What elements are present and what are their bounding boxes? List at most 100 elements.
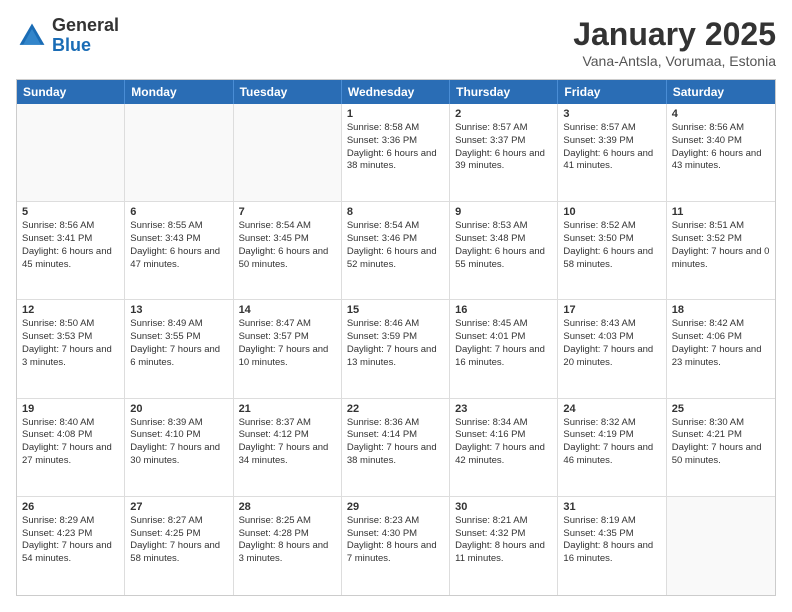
calendar-cell: 11Sunrise: 8:51 AM Sunset: 3:52 PM Dayli… bbox=[667, 202, 775, 299]
calendar-header: SundayMondayTuesdayWednesdayThursdayFrid… bbox=[17, 80, 775, 104]
calendar-cell bbox=[234, 104, 342, 201]
calendar-cell: 10 Sunrise: 8:52 AM Sunset: 3:50 PM Dayli… bbox=[558, 202, 666, 299]
cell-info: Sunrise: 8:32 AM Sunset: 4:19 PM Dayligh… bbox=[563, 417, 660, 468]
day-number: 27 bbox=[130, 501, 227, 513]
calendar-cell: 15Sunrise: 8:46 AM Sunset: 3:59 PM Dayli… bbox=[342, 300, 450, 397]
calendar-cell: 14Sunrise: 8:47 AM Sunset: 3:57 PM Dayli… bbox=[234, 300, 342, 397]
day-number: 25 bbox=[672, 403, 770, 415]
day-number: 19 bbox=[22, 403, 119, 415]
weekday-header-monday: Monday bbox=[125, 80, 233, 104]
cell-info: Sunrise: 8:55 AM Sunset: 3:43 PM Dayligh… bbox=[130, 220, 227, 271]
day-number: 30 bbox=[455, 501, 552, 513]
logo-general-text: General bbox=[52, 16, 119, 36]
day-number: 10 bbox=[563, 206, 660, 218]
day-number: 31 bbox=[563, 501, 660, 513]
weekday-header-tuesday: Tuesday bbox=[234, 80, 342, 104]
day-number: 13 bbox=[130, 304, 227, 316]
cell-info: Sunrise: 8:42 AM Sunset: 4:06 PM Dayligh… bbox=[672, 318, 770, 369]
calendar-cell: 19 Sunrise: 8:40 AM Sunset: 4:08 PM Dayli… bbox=[17, 399, 125, 496]
cell-info: Sunrise: 8:57 AM Sunset: 3:37 PM Dayligh… bbox=[455, 122, 552, 173]
cell-info: Sunrise: 8:54 AM Sunset: 3:45 PM Dayligh… bbox=[239, 220, 336, 271]
calendar-cell: 26 Sunrise: 8:29 AM Sunset: 4:23 PM Dayli… bbox=[17, 497, 125, 595]
cell-info: Sunrise: 8:23 AM Sunset: 4:30 PM Dayligh… bbox=[347, 515, 444, 566]
day-number: 7 bbox=[239, 206, 336, 218]
day-number: 11 bbox=[672, 206, 770, 218]
calendar-cell: 18 Sunrise: 8:42 AM Sunset: 4:06 PM Dayli… bbox=[667, 300, 775, 397]
day-number: 9 bbox=[455, 206, 552, 218]
day-number: 4 bbox=[672, 108, 770, 120]
cell-info: Sunrise: 8:21 AM Sunset: 4:32 PM Dayligh… bbox=[455, 515, 552, 566]
calendar-cell: 28 Sunrise: 8:25 AM Sunset: 4:28 PM Dayli… bbox=[234, 497, 342, 595]
day-number: 1 bbox=[347, 108, 444, 120]
calendar-cell: 9 Sunrise: 8:53 AM Sunset: 3:48 PM Daylig… bbox=[450, 202, 558, 299]
calendar-cell: 17Sunrise: 8:43 AM Sunset: 4:03 PM Dayli… bbox=[558, 300, 666, 397]
cell-info: Sunrise: 8:40 AM Sunset: 4:08 PM Dayligh… bbox=[22, 417, 119, 468]
day-number: 21 bbox=[239, 403, 336, 415]
logo-text: General Blue bbox=[52, 16, 119, 56]
cell-info: Sunrise: 8:37 AM Sunset: 4:12 PM Dayligh… bbox=[239, 417, 336, 468]
day-number: 15 bbox=[347, 304, 444, 316]
calendar-row-2: 5 Sunrise: 8:56 AM Sunset: 3:41 PM Daylig… bbox=[17, 202, 775, 300]
day-number: 8 bbox=[347, 206, 444, 218]
cell-info: Sunrise: 8:56 AM Sunset: 3:40 PM Dayligh… bbox=[672, 122, 770, 173]
calendar-cell: 4 Sunrise: 8:56 AM Sunset: 3:40 PM Daylig… bbox=[667, 104, 775, 201]
calendar-cell: 23 Sunrise: 8:34 AM Sunset: 4:16 PM Dayli… bbox=[450, 399, 558, 496]
cell-info: Sunrise: 8:45 AM Sunset: 4:01 PM Dayligh… bbox=[455, 318, 552, 369]
calendar: SundayMondayTuesdayWednesdayThursdayFrid… bbox=[16, 79, 776, 596]
page: General Blue January 2025 Vana-Antsla, V… bbox=[0, 0, 792, 612]
calendar-cell: 25 Sunrise: 8:30 AM Sunset: 4:21 PM Dayli… bbox=[667, 399, 775, 496]
calendar-cell bbox=[125, 104, 233, 201]
cell-info: Sunrise: 8:29 AM Sunset: 4:23 PM Dayligh… bbox=[22, 515, 119, 566]
calendar-cell: 8Sunrise: 8:54 AM Sunset: 3:46 PM Daylig… bbox=[342, 202, 450, 299]
cell-info: Sunrise: 8:49 AM Sunset: 3:55 PM Dayligh… bbox=[130, 318, 227, 369]
day-number: 17 bbox=[563, 304, 660, 316]
cell-info: Sunrise: 8:56 AM Sunset: 3:41 PM Dayligh… bbox=[22, 220, 119, 271]
logo-blue-text: Blue bbox=[52, 36, 119, 56]
calendar-cell bbox=[17, 104, 125, 201]
calendar-body: 1 Sunrise: 8:58 AM Sunset: 3:36 PM Daylig… bbox=[17, 104, 775, 595]
calendar-cell: 20Sunrise: 8:39 AM Sunset: 4:10 PM Dayli… bbox=[125, 399, 233, 496]
calendar-cell: 12 Sunrise: 8:50 AM Sunset: 3:53 PM Dayli… bbox=[17, 300, 125, 397]
day-number: 5 bbox=[22, 206, 119, 218]
cell-info: Sunrise: 8:52 AM Sunset: 3:50 PM Dayligh… bbox=[563, 220, 660, 271]
calendar-cell: 1 Sunrise: 8:58 AM Sunset: 3:36 PM Daylig… bbox=[342, 104, 450, 201]
day-number: 29 bbox=[347, 501, 444, 513]
weekday-header-sunday: Sunday bbox=[17, 80, 125, 104]
calendar-cell: 13 Sunrise: 8:49 AM Sunset: 3:55 PM Dayli… bbox=[125, 300, 233, 397]
cell-info: Sunrise: 8:57 AM Sunset: 3:39 PM Dayligh… bbox=[563, 122, 660, 173]
day-number: 20 bbox=[130, 403, 227, 415]
weekday-header-thursday: Thursday bbox=[450, 80, 558, 104]
calendar-cell: 5 Sunrise: 8:56 AM Sunset: 3:41 PM Daylig… bbox=[17, 202, 125, 299]
calendar-cell: 2 Sunrise: 8:57 AM Sunset: 3:37 PM Daylig… bbox=[450, 104, 558, 201]
calendar-cell: 21 Sunrise: 8:37 AM Sunset: 4:12 PM Dayli… bbox=[234, 399, 342, 496]
day-number: 6 bbox=[130, 206, 227, 218]
calendar-cell: 16 Sunrise: 8:45 AM Sunset: 4:01 PM Dayli… bbox=[450, 300, 558, 397]
day-number: 18 bbox=[672, 304, 770, 316]
calendar-cell: 6 Sunrise: 8:55 AM Sunset: 3:43 PM Daylig… bbox=[125, 202, 233, 299]
day-number: 28 bbox=[239, 501, 336, 513]
calendar-cell: 24Sunrise: 8:32 AM Sunset: 4:19 PM Dayli… bbox=[558, 399, 666, 496]
cell-info: Sunrise: 8:50 AM Sunset: 3:53 PM Dayligh… bbox=[22, 318, 119, 369]
day-number: 23 bbox=[455, 403, 552, 415]
cell-info: Sunrise: 8:25 AM Sunset: 4:28 PM Dayligh… bbox=[239, 515, 336, 566]
logo: General Blue bbox=[16, 16, 119, 56]
day-number: 2 bbox=[455, 108, 552, 120]
cell-info: Sunrise: 8:58 AM Sunset: 3:36 PM Dayligh… bbox=[347, 122, 444, 173]
cell-info: Sunrise: 8:34 AM Sunset: 4:16 PM Dayligh… bbox=[455, 417, 552, 468]
day-number: 16 bbox=[455, 304, 552, 316]
calendar-row-5: 26 Sunrise: 8:29 AM Sunset: 4:23 PM Dayli… bbox=[17, 497, 775, 595]
calendar-cell: 29 Sunrise: 8:23 AM Sunset: 4:30 PM Dayli… bbox=[342, 497, 450, 595]
calendar-cell: 27 Sunrise: 8:27 AM Sunset: 4:25 PM Dayli… bbox=[125, 497, 233, 595]
weekday-header-friday: Friday bbox=[558, 80, 666, 104]
day-number: 26 bbox=[22, 501, 119, 513]
cell-info: Sunrise: 8:53 AM Sunset: 3:48 PM Dayligh… bbox=[455, 220, 552, 271]
day-number: 12 bbox=[22, 304, 119, 316]
header: General Blue January 2025 Vana-Antsla, V… bbox=[16, 16, 776, 69]
weekday-header-saturday: Saturday bbox=[667, 80, 775, 104]
cell-info: Sunrise: 8:30 AM Sunset: 4:21 PM Dayligh… bbox=[672, 417, 770, 468]
weekday-header-wednesday: Wednesday bbox=[342, 80, 450, 104]
logo-icon bbox=[16, 20, 48, 52]
calendar-cell: 30 Sunrise: 8:21 AM Sunset: 4:32 PM Dayli… bbox=[450, 497, 558, 595]
cell-info: Sunrise: 8:36 AM Sunset: 4:14 PM Dayligh… bbox=[347, 417, 444, 468]
cell-info: Sunrise: 8:27 AM Sunset: 4:25 PM Dayligh… bbox=[130, 515, 227, 566]
